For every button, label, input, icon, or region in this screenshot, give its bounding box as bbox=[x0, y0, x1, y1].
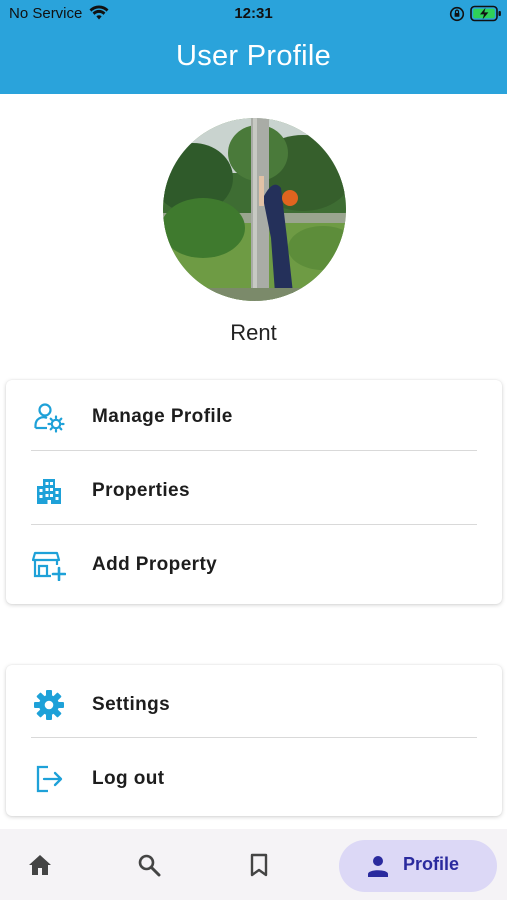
divider bbox=[31, 450, 477, 451]
properties-label: Properties bbox=[92, 480, 190, 501]
user-gear-icon bbox=[32, 400, 66, 434]
nav-home-button[interactable] bbox=[10, 829, 70, 900]
add-property-label: Add Property bbox=[92, 554, 218, 575]
home-icon bbox=[29, 854, 51, 875]
gear-icon bbox=[32, 688, 66, 722]
logout-item[interactable]: Log out bbox=[6, 742, 502, 816]
settings-item[interactable]: Settings bbox=[6, 668, 502, 742]
profile-name: Rent bbox=[230, 320, 277, 345]
logout-label: Log out bbox=[92, 768, 165, 789]
logout-icon bbox=[32, 762, 66, 796]
page-title: User Profile bbox=[175, 40, 332, 72]
status-bar: No Service 12:31 bbox=[0, 0, 507, 28]
store-add-icon bbox=[32, 548, 66, 582]
manage-profile-item[interactable]: Manage Profile bbox=[6, 380, 502, 454]
profile-menu-card: Manage Profile Properties Add Property bbox=[6, 380, 502, 604]
bookmark-icon bbox=[250, 853, 268, 876]
app-bar: No Service 12:31 User Profile bbox=[0, 0, 507, 94]
bottom-navigation: Profile bbox=[0, 829, 507, 900]
divider bbox=[31, 524, 477, 525]
search-icon bbox=[138, 854, 161, 876]
add-property-item[interactable]: Add Property bbox=[6, 528, 502, 602]
divider bbox=[31, 737, 477, 738]
building-icon bbox=[32, 474, 66, 508]
settings-menu-card: Settings Log out bbox=[6, 665, 502, 816]
nav-search-button[interactable] bbox=[119, 829, 179, 900]
nav-profile-button[interactable]: Profile bbox=[339, 840, 497, 892]
battery-icon bbox=[470, 5, 501, 22]
manage-profile-label: Manage Profile bbox=[92, 406, 233, 427]
nav-bookmarks-button[interactable] bbox=[229, 829, 289, 900]
person-icon bbox=[368, 856, 388, 877]
avatar[interactable] bbox=[163, 118, 346, 301]
settings-label: Settings bbox=[92, 694, 171, 715]
properties-item[interactable]: Properties bbox=[6, 454, 502, 528]
nav-profile-label: Profile bbox=[403, 854, 460, 874]
clock: 12:31 bbox=[234, 5, 273, 22]
orientation-lock-icon bbox=[449, 6, 465, 22]
